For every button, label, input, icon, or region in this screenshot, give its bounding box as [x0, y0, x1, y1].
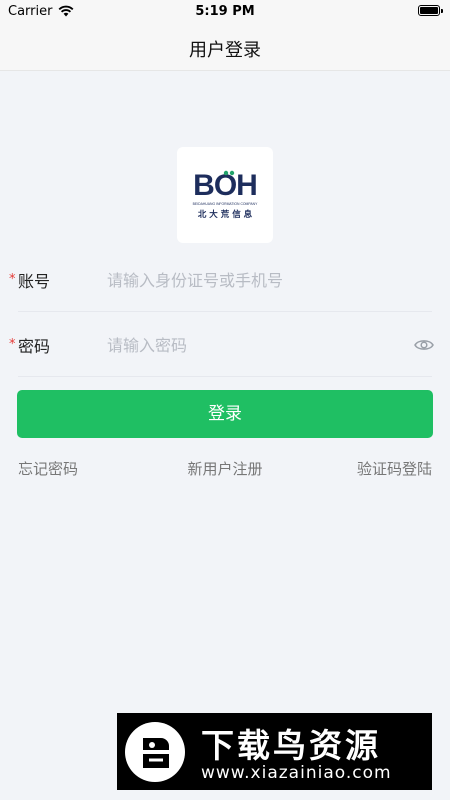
- bird-logo-icon: [125, 722, 185, 782]
- nav-bar: 用户登录: [0, 24, 450, 71]
- login-button[interactable]: 登录: [17, 390, 433, 438]
- watermark-title: 下载鸟资源: [201, 726, 381, 765]
- password-input[interactable]: [107, 331, 397, 359]
- eye-icon[interactable]: [414, 337, 434, 353]
- account-input[interactable]: [107, 266, 397, 294]
- password-row: * 密码: [0, 313, 450, 377]
- status-bar: Carrier 5:19 PM: [0, 0, 450, 24]
- battery-icon: [418, 5, 443, 16]
- sms-login-link[interactable]: 验证码登陆: [357, 458, 432, 479]
- divider: [18, 311, 432, 312]
- account-row: * 账号: [0, 248, 450, 312]
- divider: [18, 376, 432, 377]
- required-marker: *: [9, 272, 16, 287]
- svg-text:北 大 荒 信 息: 北 大 荒 信 息: [198, 209, 253, 220]
- svg-text:BEIDAHUANG INFORMATION COMPANY: BEIDAHUANG INFORMATION COMPANY: [193, 202, 258, 206]
- boh-logo-icon: BOH BEIDAHUANG INFORMATION COMPANY 北 大 荒…: [193, 169, 258, 220]
- company-logo: BOH BEIDAHUANG INFORMATION COMPANY 北 大 荒…: [177, 147, 273, 243]
- account-label: 账号: [18, 272, 51, 291]
- watermark-banner: 下载鸟资源 www.xiazainiao.com: [117, 713, 432, 790]
- password-label: 密码: [18, 337, 51, 356]
- battery-level: [420, 7, 438, 14]
- required-marker: *: [9, 337, 16, 352]
- status-time: 5:19 PM: [195, 4, 255, 19]
- page-title: 用户登录: [189, 40, 261, 61]
- watermark-url: www.xiazainiao.com: [201, 763, 392, 783]
